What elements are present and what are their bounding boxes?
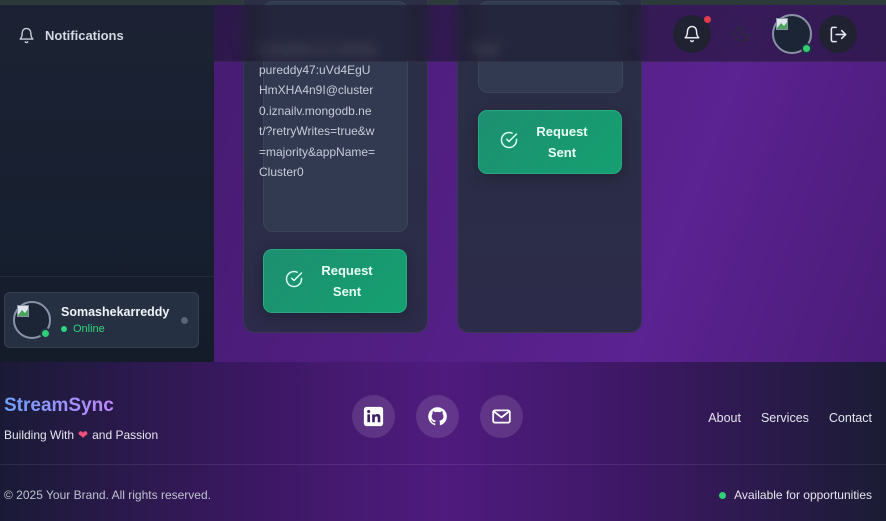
copyright-text: © 2025 Your Brand. All rights reserved. <box>4 488 211 502</box>
status-label: Online <box>73 323 105 335</box>
user-menu-dot[interactable] <box>181 317 188 324</box>
request-sent-button[interactable]: Request Sent <box>263 249 407 313</box>
footer-divider <box>0 464 886 465</box>
check-circle-icon <box>285 270 303 288</box>
sidebar: Notifications Somashekarreddy Online <box>0 5 214 362</box>
footer-links: About Services Contact <box>708 411 872 425</box>
sidebar-item-notifications[interactable]: Notifications <box>18 27 124 44</box>
online-indicator <box>40 328 51 339</box>
divider <box>0 276 214 277</box>
profile-avatar-button[interactable] <box>772 14 812 54</box>
request-sent-button[interactable]: Request Sent <box>478 110 622 174</box>
theme-toggle-button[interactable] <box>723 15 761 53</box>
availability-status: Available for opportunities <box>719 488 872 502</box>
heart-icon: ❤ <box>78 428 89 442</box>
github-icon <box>428 407 447 426</box>
footer-tagline: Building With ❤ and Passion <box>4 428 159 442</box>
logout-button[interactable] <box>819 15 857 53</box>
footer-link-about[interactable]: About <box>708 411 741 425</box>
email-link[interactable] <box>480 395 523 438</box>
status-dot <box>61 326 67 332</box>
current-user-card[interactable]: Somashekarreddy Online <box>4 292 199 348</box>
avatar <box>13 301 51 339</box>
avatar <box>772 14 812 54</box>
request-sent-label: Request Sent <box>321 263 373 299</box>
linkedin-link[interactable] <box>352 395 395 438</box>
broken-image-icon <box>17 305 29 317</box>
footer-link-services[interactable]: Services <box>761 411 809 425</box>
linkedin-icon <box>363 406 384 427</box>
availability-dot <box>719 491 727 499</box>
moon-icon <box>734 26 750 42</box>
notification-badge <box>704 16 711 23</box>
main-area: mongodb+srv://sthallapureddy47:uVd4EgUHm… <box>0 0 886 362</box>
footer-brand: StreamSync <box>4 395 114 416</box>
user-status: Online <box>61 323 169 335</box>
online-indicator <box>801 43 812 54</box>
top-header <box>214 5 886 62</box>
bell-icon <box>19 27 34 44</box>
footer: StreamSync Building With ❤ and Passion A… <box>0 362 886 521</box>
user-name: Somashekarreddy <box>61 305 170 319</box>
notifications-button[interactable] <box>673 15 711 53</box>
bell-icon <box>684 25 700 43</box>
footer-link-contact[interactable]: Contact <box>829 411 872 425</box>
mail-icon <box>492 409 511 424</box>
check-circle-icon <box>500 131 518 149</box>
broken-image-icon <box>776 18 788 30</box>
github-link[interactable] <box>416 395 459 438</box>
logout-icon <box>830 26 846 42</box>
request-sent-label: Request Sent <box>536 124 588 160</box>
sidebar-item-label: Notifications <box>45 28 124 43</box>
